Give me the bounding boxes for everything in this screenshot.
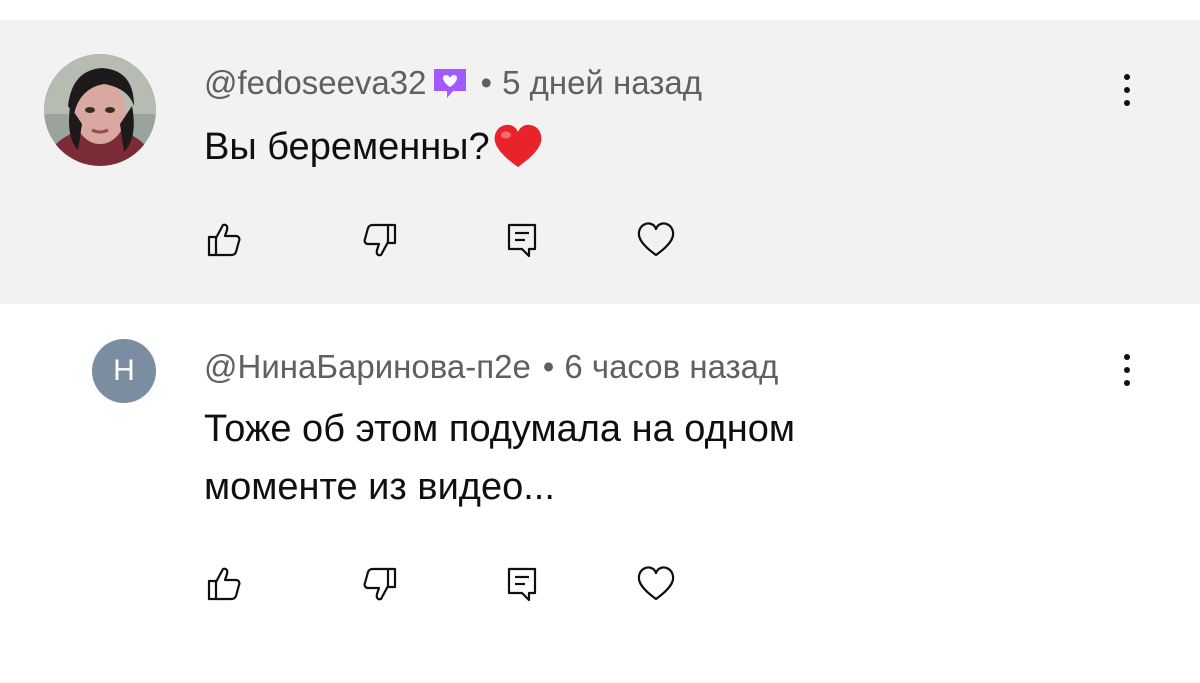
comment-text-line: моменте из видео... [204, 466, 555, 508]
comment-time: 5 дней назад [502, 64, 702, 101]
author-name[interactable]: @НинаБаринова-п2е [204, 348, 531, 386]
comment-actions [200, 216, 680, 264]
comment-item: Н @НинаБаринова-п2е • 6 часов назад Тоже… [0, 304, 1200, 683]
thumb-down-icon [363, 567, 397, 601]
more-dot [1124, 354, 1130, 360]
thumb-up-icon [207, 567, 241, 601]
dislike-button[interactable] [356, 560, 404, 608]
more-dot [1124, 380, 1130, 386]
comment-text: Тоже об этом подумала на одном моменте и… [204, 400, 1104, 516]
like-button[interactable] [200, 560, 248, 608]
more-dot [1124, 87, 1130, 93]
comment-actions [200, 560, 680, 608]
more-dot [1124, 74, 1130, 80]
dislike-button[interactable] [356, 216, 404, 264]
avatar[interactable]: Н [92, 339, 156, 403]
comment-text: Вы беременны? [204, 118, 1104, 176]
heart-icon [637, 566, 675, 601]
comment-item: @fedoseeva32 • 5 дней назад Вы беременны… [0, 20, 1200, 304]
reply-button[interactable] [498, 216, 546, 264]
avatar[interactable] [44, 54, 156, 166]
heart-icon [637, 222, 675, 257]
thumb-down-icon [363, 223, 397, 257]
heart-emoji-icon [492, 123, 544, 169]
heart-button[interactable] [632, 216, 680, 264]
meta-separator: • [542, 348, 555, 385]
heart-button[interactable] [632, 560, 680, 608]
more-vert-icon[interactable] [1112, 66, 1142, 114]
avatar-letter: Н [113, 354, 135, 387]
comment-time: 6 часов назад [564, 348, 779, 385]
reply-icon [507, 223, 537, 258]
comment-meta: @НинаБаринова-п2е • 6 часов назад [204, 344, 778, 390]
comment-text-line: Тоже об этом подумала на одном [204, 408, 796, 450]
comment-meta: @fedoseeva32 • 5 дней назад [204, 60, 702, 106]
more-dot [1124, 367, 1130, 373]
like-button[interactable] [200, 216, 248, 264]
thumb-up-icon [207, 223, 241, 257]
reply-button[interactable] [498, 560, 546, 608]
meta-separator: • [480, 64, 493, 101]
more-vert-icon[interactable] [1112, 346, 1142, 394]
member-badge-icon [431, 66, 469, 100]
comment-text-content: Вы беременны? [204, 126, 490, 168]
more-dot [1124, 100, 1130, 106]
reply-icon [507, 567, 537, 602]
author-name[interactable]: @fedoseeva32 [204, 64, 427, 102]
